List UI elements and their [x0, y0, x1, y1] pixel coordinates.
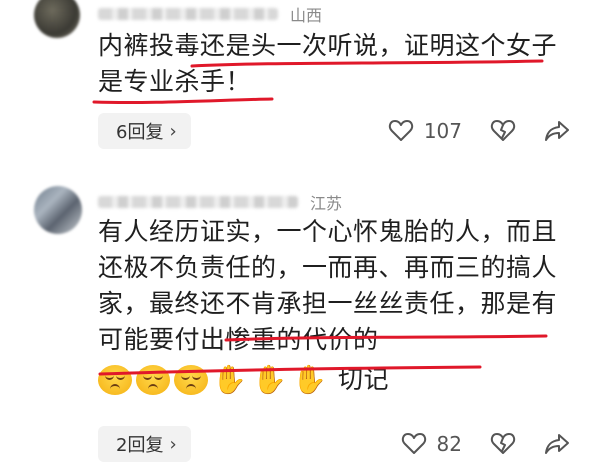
comment-item: 江苏 有人经历证实，一个心怀鬼胎的人，而且还极不负责任的，一而再、再而三的搞人家… [0, 176, 600, 462]
broken-heart-icon [490, 120, 516, 141]
username-blurred[interactable] [98, 8, 278, 20]
avatar[interactable] [34, 0, 80, 38]
location-label: 江苏 [310, 194, 343, 213]
share-arrow-icon [545, 121, 569, 141]
comment-actions: 2回复 › 82 [98, 426, 570, 462]
dislike-button[interactable] [490, 119, 516, 143]
share-arrow-icon [545, 434, 569, 454]
comment-item: 山西 内裤投毒还是头一次听说，证明这个女子是专业杀手！ 6回复 › 107 [0, 0, 600, 170]
relieved-face-icon [174, 365, 208, 395]
like-count: 107 [423, 119, 462, 143]
folded-hands-icon: ✋ [212, 363, 248, 396]
comment-body: 有人经历证实，一个心怀鬼胎的人，而且还极不负责任的，一而再、再而三的搞人家，最终… [98, 214, 570, 398]
dislike-button[interactable] [490, 432, 516, 456]
avatar[interactable] [34, 186, 82, 234]
relieved-face-icon [136, 365, 170, 395]
chevron-right-icon: › [169, 433, 177, 455]
comment-meta: 江苏 [98, 190, 342, 214]
emoji-row: ✋ ✋ ✋ 切记 [98, 362, 570, 398]
relieved-face-icon [98, 365, 132, 395]
chevron-right-icon: › [169, 120, 177, 142]
reply-count-label: 6回复 [116, 122, 164, 143]
share-button[interactable] [544, 119, 570, 143]
heart-icon [388, 120, 413, 141]
comment-text: 内裤投毒还是头一次听说，证明这个女子是专业杀手！ [98, 31, 558, 96]
broken-heart-icon [490, 433, 516, 454]
comment-actions: 6回复 › 107 [98, 113, 570, 149]
folded-hands-icon: ✋ [252, 363, 288, 396]
like-button[interactable]: 82 [401, 432, 462, 456]
comment-text: 有人经历证实，一个心怀鬼胎的人，而且还极不负责任的，一而再、再而三的搞人家，最终… [98, 217, 558, 354]
comment-meta: 山西 [98, 2, 322, 26]
like-button[interactable]: 107 [388, 119, 462, 143]
view-replies-button[interactable]: 6回复 › [98, 113, 191, 149]
share-button[interactable] [544, 432, 570, 456]
view-replies-button[interactable]: 2回复 › [98, 426, 191, 462]
emoji-trailing-text: 切记 [338, 365, 390, 394]
reply-count-label: 2回复 [116, 435, 164, 456]
heart-icon [401, 433, 426, 454]
folded-hands-icon: ✋ [292, 363, 328, 396]
location-label: 山西 [290, 6, 323, 25]
username-blurred[interactable] [98, 196, 298, 208]
like-count: 82 [436, 432, 462, 456]
